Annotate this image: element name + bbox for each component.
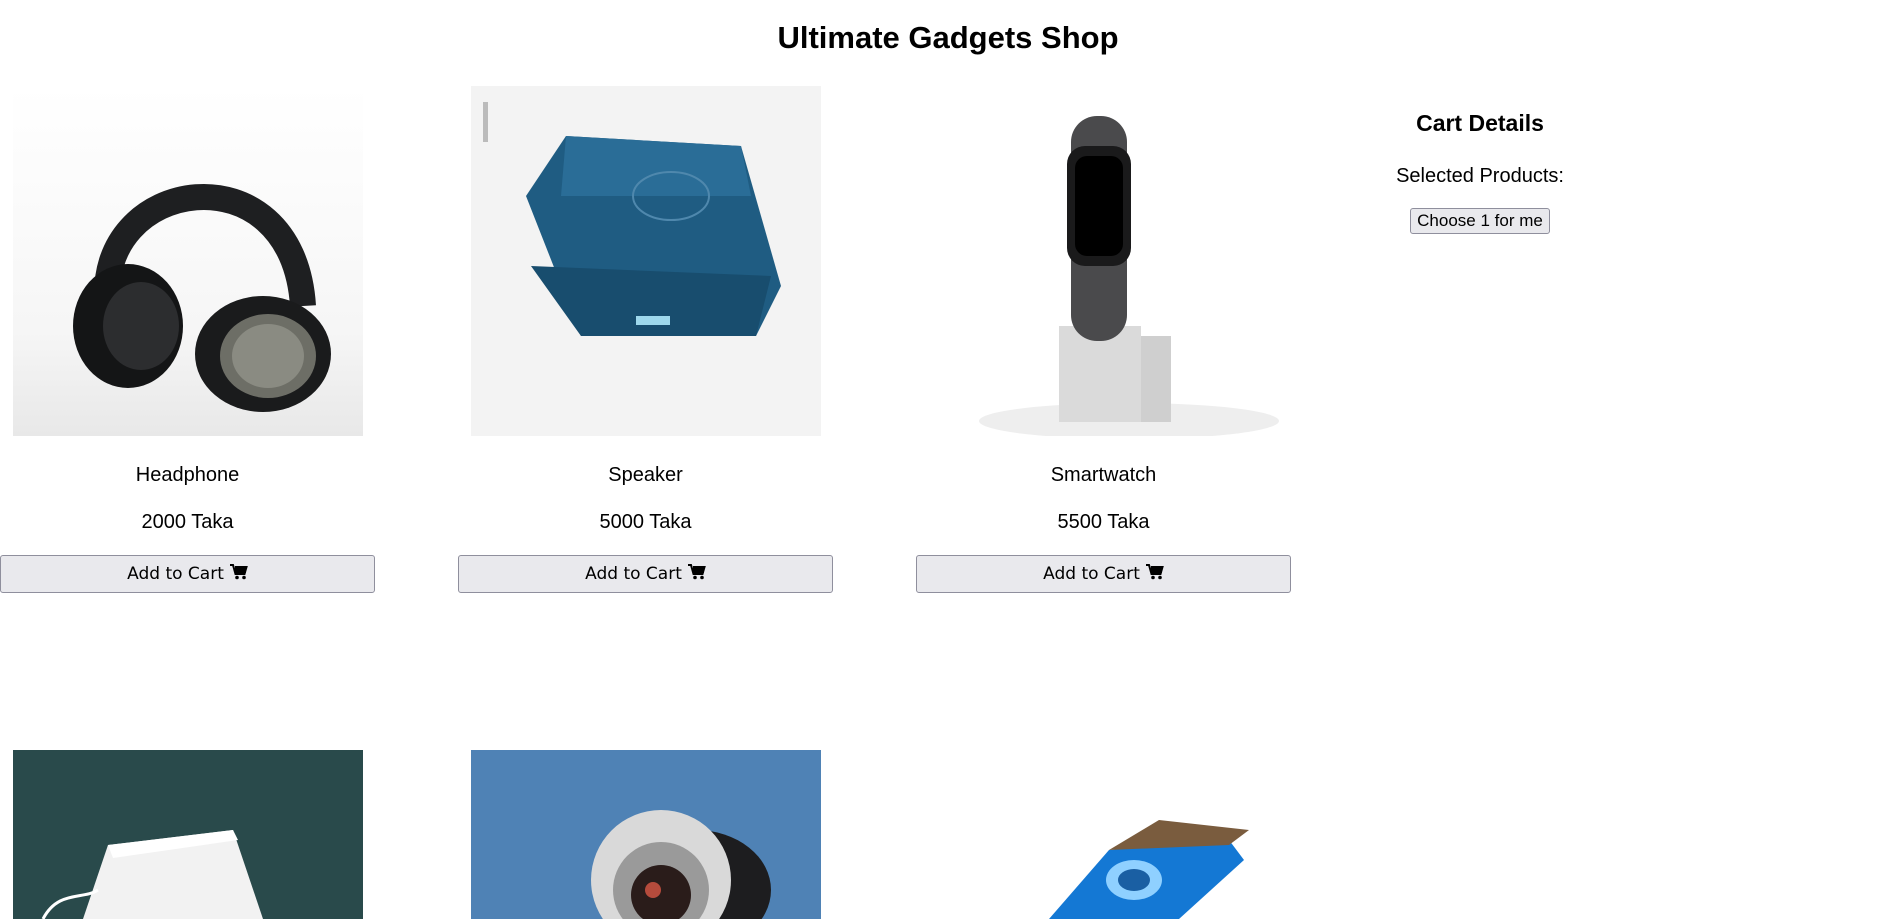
add-to-cart-label: Add to Cart (127, 564, 224, 584)
choose-one-button[interactable]: Choose 1 for me (1410, 208, 1550, 234)
page: Ultimate Gadgets Shop Headphone 2000 Tak… (0, 0, 1896, 919)
speaker-image (471, 86, 821, 436)
product-name: Smartwatch (1050, 464, 1157, 486)
usb-drive-image (929, 750, 1279, 919)
add-to-cart-label: Add to Cart (585, 564, 682, 584)
add-to-cart-label: Add to Cart (1043, 564, 1140, 584)
product-name: Headphone (135, 464, 240, 486)
cart-icon (229, 563, 248, 585)
webcam-image (471, 750, 821, 919)
selected-products-label: Selected Products: (1396, 165, 1564, 187)
product-name: Speaker (608, 464, 683, 486)
powerbank-image (13, 750, 363, 919)
product-price: 2000 Taka (141, 511, 234, 533)
cart-icon (1145, 563, 1164, 585)
add-to-cart-button[interactable]: Add to Cart (0, 555, 375, 593)
page-title: Ultimate Gadgets Shop (777, 20, 1119, 55)
smartwatch-image (929, 86, 1279, 436)
product-price: 5000 Taka (599, 511, 692, 533)
cart-details-title: Cart Details (1416, 110, 1544, 136)
cart-icon (687, 563, 706, 585)
product-price: 5500 Taka (1057, 511, 1150, 533)
headphone-image (13, 86, 363, 436)
add-to-cart-button[interactable]: Add to Cart (916, 555, 1291, 593)
add-to-cart-button[interactable]: Add to Cart (458, 555, 833, 593)
cart-details-panel: Cart Details Selected Products: Choose 1… (1340, 110, 1620, 234)
